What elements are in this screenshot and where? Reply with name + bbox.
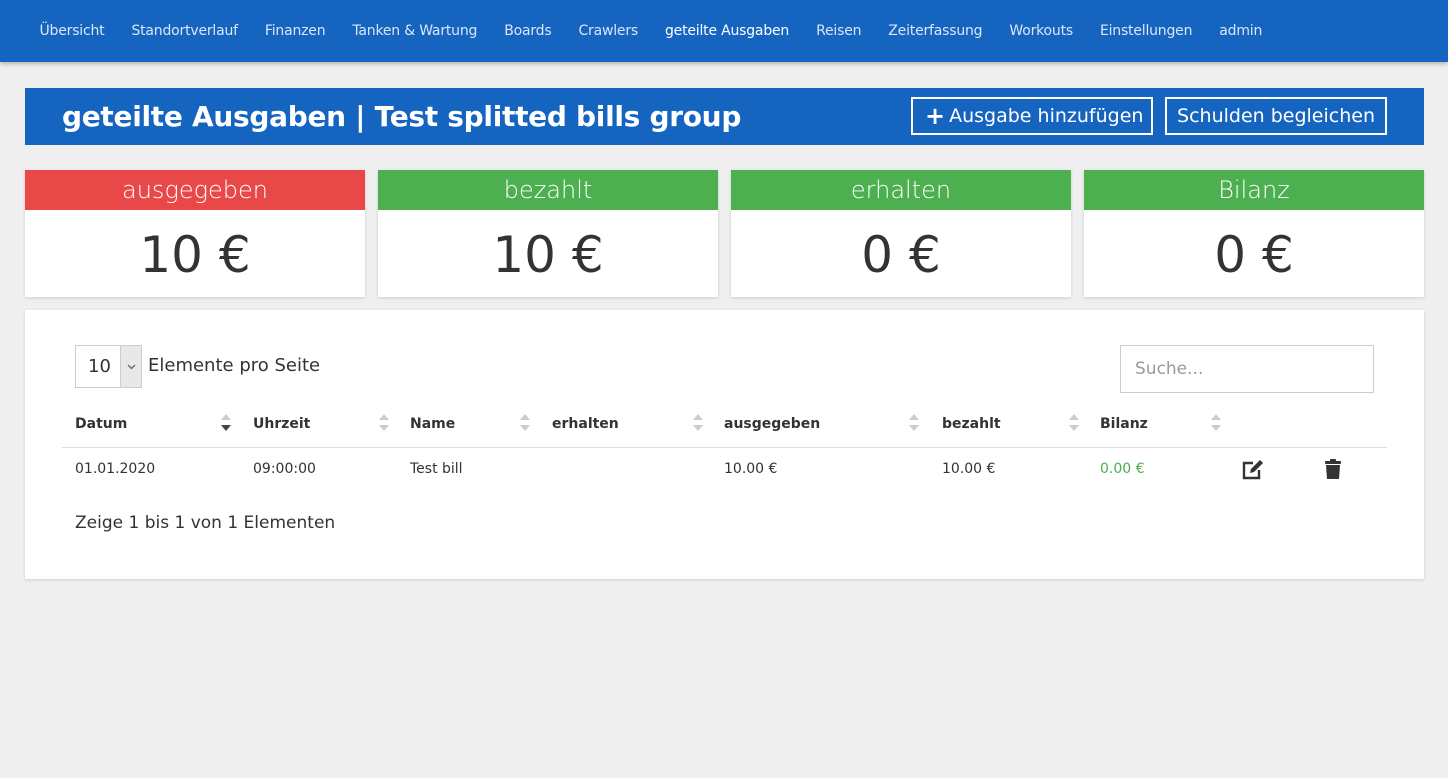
column-header-name[interactable]: Name — [410, 416, 455, 432]
cell-datum: 01.01.2020 — [75, 461, 156, 477]
nav-uebersicht[interactable]: Übersicht — [26, 0, 118, 62]
sort-icon[interactable] — [1069, 412, 1079, 434]
plus-icon: + — [925, 102, 946, 130]
add-expense-label: Ausgabe hinzufügen — [949, 105, 1144, 127]
column-header-datum[interactable]: Datum — [75, 416, 127, 432]
card-bilanz: Bilanz 0 € — [1084, 170, 1424, 297]
edit-icon[interactable] — [1241, 459, 1266, 485]
cell-bilanz: 0.00 € — [1100, 461, 1145, 477]
nav-einstellungen[interactable]: Einstellungen — [1086, 0, 1205, 62]
card-title: Bilanz — [1084, 170, 1424, 210]
table-info: Zeige 1 bis 1 von 1 Elementen — [75, 513, 336, 533]
card-value: 0 € — [861, 226, 941, 284]
card-erhalten: erhalten 0 € — [731, 170, 1071, 297]
card-value: 10 € — [492, 226, 604, 284]
nav-finanzen[interactable]: Finanzen — [251, 0, 338, 62]
sort-icon[interactable] — [1211, 412, 1221, 434]
card-bezahlt: bezahlt 10 € — [378, 170, 718, 297]
nav-reisen[interactable]: Reisen — [803, 0, 875, 62]
nav-crawlers[interactable]: Crawlers — [565, 0, 652, 62]
cell-name: Test bill — [410, 461, 463, 477]
nav-list: Übersicht Standortverlauf Finanzen Tanke… — [26, 0, 1276, 62]
add-expense-button[interactable]: + Ausgabe hinzufügen — [911, 97, 1153, 135]
sort-icon[interactable] — [221, 412, 231, 434]
sort-icon[interactable] — [693, 412, 703, 434]
column-header-bezahlt[interactable]: bezahlt — [942, 416, 1001, 432]
page-length-value: 10 — [88, 356, 111, 377]
cell-bezahlt: 10.00 € — [942, 461, 996, 477]
nav-boards[interactable]: Boards — [491, 0, 565, 62]
table-header-divider — [62, 447, 1387, 448]
page-length-label: Elemente pro Seite — [148, 355, 321, 376]
settle-debts-button[interactable]: Schulden begleichen — [1165, 97, 1387, 135]
search-input[interactable] — [1120, 345, 1374, 393]
trash-icon[interactable] — [1324, 459, 1342, 484]
card-title: bezahlt — [378, 170, 718, 210]
nav-standortverlauf[interactable]: Standortverlauf — [118, 0, 251, 62]
nav-admin[interactable]: admin — [1206, 0, 1276, 62]
sort-icon[interactable] — [909, 412, 919, 434]
top-navbar: Übersicht Standortverlauf Finanzen Tanke… — [0, 0, 1448, 62]
column-header-ausgegeben[interactable]: ausgegeben — [724, 416, 820, 432]
nav-workouts[interactable]: Workouts — [996, 0, 1087, 62]
chevron-down-icon[interactable] — [120, 346, 141, 387]
card-title: ausgegeben — [25, 170, 365, 210]
sort-icon[interactable] — [379, 412, 389, 434]
page-length-select[interactable]: 10 — [75, 345, 142, 388]
cell-ausgegeben: 10.00 € — [724, 461, 778, 477]
nav-geteilte-ausgaben[interactable]: geteilte Ausgaben — [651, 0, 802, 62]
card-value: 10 € — [139, 226, 251, 284]
card-title: erhalten — [731, 170, 1071, 210]
expenses-table-panel: 10 Elemente pro Seite Datum Uhrzeit Name… — [25, 310, 1424, 579]
nav-zeiterfassung[interactable]: Zeiterfassung — [875, 0, 996, 62]
nav-tanken-wartung[interactable]: Tanken & Wartung — [339, 0, 491, 62]
column-header-uhrzeit[interactable]: Uhrzeit — [253, 416, 310, 432]
cell-uhrzeit: 09:00:00 — [253, 461, 316, 477]
page-header: geteilte Ausgaben | Test splitted bills … — [25, 88, 1424, 145]
card-ausgegeben: ausgegeben 10 € — [25, 170, 365, 297]
column-header-bilanz[interactable]: Bilanz — [1100, 416, 1148, 432]
page-title: geteilte Ausgaben | Test splitted bills … — [62, 100, 742, 133]
column-header-erhalten[interactable]: erhalten — [552, 416, 619, 432]
sort-icon[interactable] — [520, 412, 530, 434]
card-value: 0 € — [1214, 226, 1294, 284]
